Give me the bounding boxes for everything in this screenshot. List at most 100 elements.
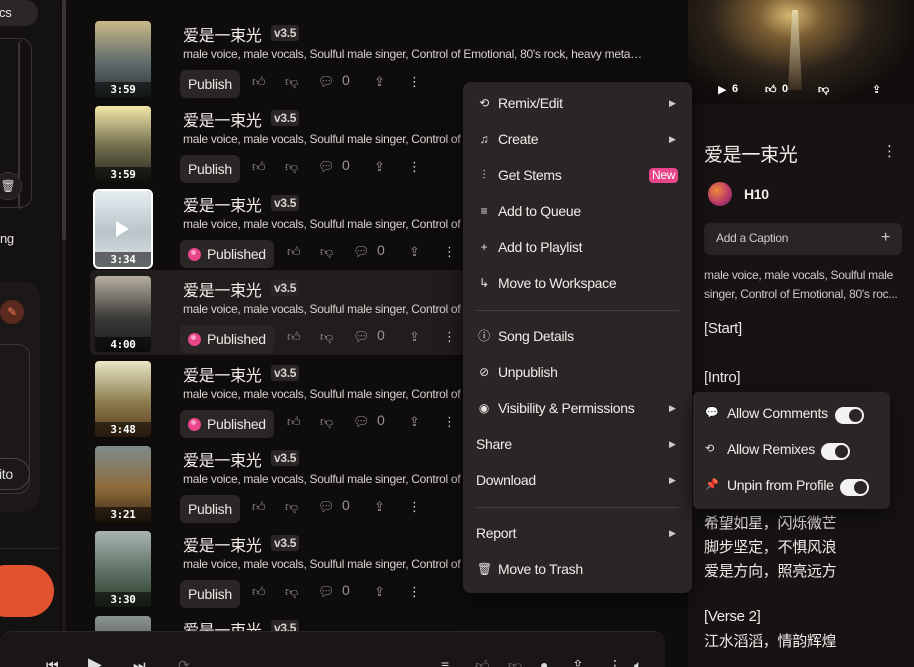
- share-icon[interactable]: ⇪: [872, 83, 881, 96]
- share-icon[interactable]: ⇪: [409, 244, 420, 260]
- song-thumbnail[interactable]: 3:59: [95, 21, 151, 97]
- song-duration: 3:59: [95, 167, 151, 182]
- like-icon[interactable]: 👍︎: [287, 414, 301, 430]
- publish-button[interactable]: Publish: [180, 495, 240, 523]
- share-icon[interactable]: ⇪: [572, 657, 584, 667]
- more-icon[interactable]: ⋮: [443, 414, 456, 430]
- dislike-icon[interactable]: 👎︎: [285, 584, 298, 600]
- song-thumbnail[interactable]: 3:59: [95, 106, 151, 182]
- published-button[interactable]: Published: [180, 240, 274, 268]
- comment-icon[interactable]: 💬︎: [318, 74, 335, 90]
- song-thumbnail[interactable]: 3:30: [95, 531, 151, 607]
- toggle-switch[interactable]: [835, 407, 864, 424]
- toggle-switch[interactable]: [821, 443, 850, 460]
- published-button[interactable]: Published: [180, 410, 274, 438]
- like-icon[interactable]: 👍︎: [475, 657, 490, 667]
- more-icon[interactable]: ⋮: [408, 584, 421, 600]
- like-icon[interactable]: 👍︎: [765, 83, 777, 96]
- next-icon[interactable]: ⏭: [133, 657, 146, 667]
- menu-item-report[interactable]: Report ▶: [463, 516, 692, 550]
- menu-item-add-to-queue[interactable]: ≡ Add to Queue: [463, 194, 692, 228]
- submenu-item-allow-remixes[interactable]: ⟲ Allow Remixes: [693, 432, 890, 466]
- like-icon[interactable]: 👍︎: [287, 329, 301, 345]
- more-icon[interactable]: ⋮: [408, 74, 421, 90]
- submenu-item-allow-comments[interactable]: 💬 Allow Comments: [693, 396, 890, 430]
- menu-item-add-to-playlist[interactable]: + Add to Playlist: [463, 230, 692, 264]
- song-thumbnail[interactable]: 3:34: [93, 189, 153, 269]
- more-icon[interactable]: ⋮: [408, 159, 421, 175]
- menu-item-get-stems[interactable]: ⫶ Get Stems New: [463, 158, 692, 192]
- lyrics-tab[interactable]: cs: [0, 0, 38, 26]
- share-icon[interactable]: ⇪: [374, 74, 385, 90]
- magic-wand-icon[interactable]: ✎: [0, 300, 24, 324]
- share-icon[interactable]: ⇪: [409, 414, 420, 430]
- comment-icon[interactable]: 💬︎: [318, 584, 335, 600]
- like-icon[interactable]: 👍︎: [252, 499, 266, 515]
- more-icon[interactable]: ⋮: [443, 244, 456, 260]
- like-icon[interactable]: 👍︎: [252, 584, 266, 600]
- caption-input[interactable]: Add a Caption +: [704, 223, 902, 255]
- menu-item-song-details[interactable]: ⓘ Song Details: [463, 319, 692, 353]
- create-button[interactable]: [0, 565, 54, 617]
- username[interactable]: H10: [744, 186, 769, 202]
- like-icon[interactable]: 👍︎: [287, 244, 301, 260]
- dislike-icon[interactable]: 👎︎: [508, 657, 522, 667]
- menu-item-move-to-trash[interactable]: 🗑 Move to Trash: [463, 552, 692, 586]
- comment-icon[interactable]: 💬︎: [353, 414, 370, 430]
- publish-button[interactable]: Publish: [180, 580, 240, 608]
- dislike-icon[interactable]: 👎︎: [285, 499, 298, 515]
- dislike-icon[interactable]: 👎︎: [320, 244, 333, 260]
- song-title[interactable]: 爱是一束光: [183, 447, 262, 471]
- previous-icon[interactable]: ⏮: [46, 657, 59, 667]
- play-icon[interactable]: ▶: [88, 654, 102, 667]
- more-icon[interactable]: ⋮: [408, 499, 421, 515]
- repeat-icon[interactable]: ⟳: [178, 657, 190, 667]
- queue-icon[interactable]: ≡: [441, 657, 449, 667]
- share-icon[interactable]: ⇪: [374, 159, 385, 175]
- comment-icon[interactable]: 💬︎: [353, 244, 370, 260]
- comment-icon[interactable]: 💬︎: [318, 159, 335, 175]
- avatar[interactable]: [708, 182, 732, 206]
- like-icon[interactable]: 👍︎: [252, 74, 266, 90]
- comment-icon[interactable]: 💬︎: [353, 329, 370, 345]
- menu-item-unpublish[interactable]: ⊘ Unpublish: [463, 355, 692, 389]
- publish-button[interactable]: Publish: [180, 155, 240, 183]
- menu-item-download[interactable]: Download ▶: [463, 463, 692, 497]
- song-title[interactable]: 爱是一束光: [183, 107, 262, 131]
- share-icon[interactable]: ⇪: [409, 329, 420, 345]
- share-icon[interactable]: ⇪: [374, 584, 385, 600]
- song-title[interactable]: 爱是一束光: [183, 362, 262, 386]
- song-thumbnail[interactable]: 3:48: [95, 361, 151, 437]
- lyric-line: [Verse 2]: [704, 608, 761, 625]
- share-icon[interactable]: ⇪: [374, 499, 385, 515]
- comment-icon[interactable]: 💬︎: [318, 499, 335, 515]
- submenu-item-unpin-from-profile[interactable]: 📌 Unpin from Profile: [693, 468, 890, 502]
- play-icon[interactable]: [116, 221, 129, 237]
- dislike-icon[interactable]: 👎︎: [285, 74, 298, 90]
- menu-item-move-to-workspace[interactable]: ↳ Move to Workspace: [463, 266, 692, 300]
- dislike-icon[interactable]: 👎︎: [285, 159, 298, 175]
- song-title[interactable]: 爱是一束光: [183, 192, 262, 216]
- toggle-switch[interactable]: [840, 479, 869, 496]
- more-icon[interactable]: ⋮: [443, 329, 456, 345]
- like-icon[interactable]: 👍︎: [252, 159, 266, 175]
- plus-icon[interactable]: +: [881, 223, 890, 253]
- song-title[interactable]: 爱是一束光: [183, 532, 262, 556]
- more-icon[interactable]: ⋮: [608, 657, 622, 667]
- song-thumbnail[interactable]: 4:00: [95, 276, 151, 352]
- dislike-icon[interactable]: 👎︎: [818, 83, 829, 96]
- song-title[interactable]: 爱是一束光: [183, 277, 262, 301]
- published-button[interactable]: Published: [180, 325, 274, 353]
- menu-item-remix-edit[interactable]: ⟲ Remix/Edit ▶: [463, 86, 692, 120]
- menu-item-share[interactable]: Share ▶: [463, 427, 692, 461]
- song-thumbnail[interactable]: 3:21: [95, 446, 151, 522]
- menu-item-visibility-permissions[interactable]: ◉ Visibility & Permissions ▶: [463, 391, 692, 425]
- more-icon[interactable]: ⋮: [882, 142, 897, 160]
- volume-icon[interactable]: 🔈︎: [634, 657, 642, 667]
- song-title[interactable]: 爱是一束光: [183, 22, 262, 46]
- dislike-icon[interactable]: 👎︎: [320, 329, 333, 345]
- publish-button[interactable]: Publish: [180, 70, 240, 98]
- menu-item-create[interactable]: ♫ Create ▶: [463, 122, 692, 156]
- comment-icon[interactable]: ●: [540, 657, 548, 667]
- dislike-icon[interactable]: 👎︎: [320, 414, 333, 430]
